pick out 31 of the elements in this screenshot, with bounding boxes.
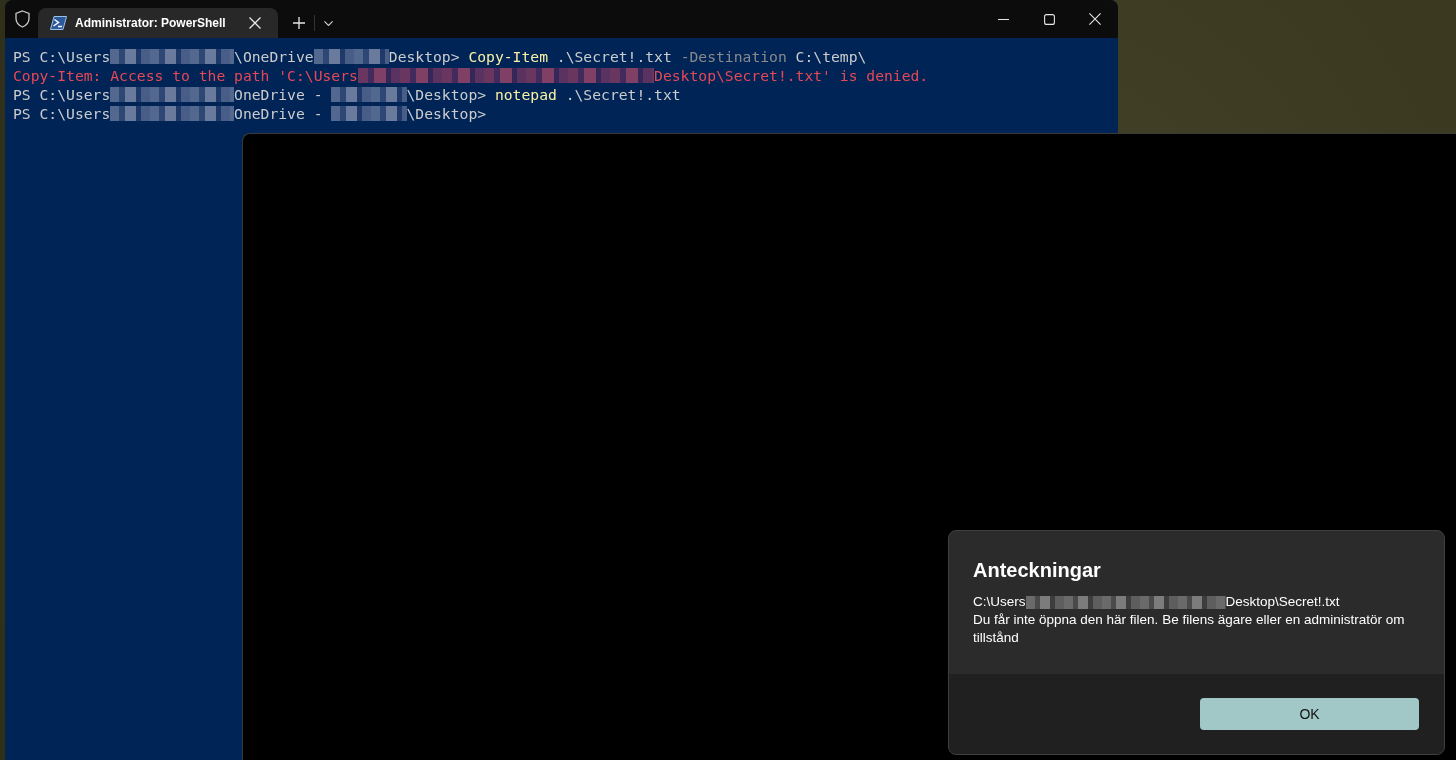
chevron-down-icon [323,20,333,26]
prompt-text: OneDrive - [234,104,324,123]
minimize-icon [997,18,1009,20]
prompt-text: .\Secret!.txt [564,85,681,104]
prompt-text: C:\temp\ [794,47,867,66]
prompt-text: PS C:\Users [13,104,111,123]
prompt-text: \Desktop> [406,85,488,104]
prompt-text: Desktop> [388,47,461,66]
error-text: Copy-Item: Access to the path 'C:\Users [13,66,358,85]
command-text: Copy-Item [468,47,548,66]
dialog-message: Du får inte öppna den här filen. Be filens ägare eller en administratör om tillstånd [973,611,1406,647]
prompt-text: \OneDrive [234,47,314,66]
prompt-text: PS C:\Users [13,85,111,104]
terminal-prompt-icon [50,16,67,30]
prompt-text: \Desktop> [406,104,487,123]
plus-icon [293,17,305,29]
prompt-text: OneDrive - [234,85,324,104]
shield-icon [15,10,30,28]
prompt-text: .\Secret!.txt [555,47,673,66]
close-icon [1089,13,1101,25]
file-path-text: C:\Users [973,593,1026,611]
maximize-icon [1043,13,1055,25]
dialog-title: Anteckningar [973,558,1102,583]
prompt-text: PS C:\Users [13,47,111,66]
ok-button[interactable]: OK [1200,698,1419,730]
close-icon [249,17,261,29]
parameter-text: -Destination [680,47,787,66]
terminal-tab[interactable]: Administrator: PowerShell [38,8,278,38]
file-path-text: Desktop\Secret!.txt [1225,593,1340,611]
error-text: Desktop\Secret!.txt' is denied. [654,66,929,85]
command-text: notepad [494,85,557,104]
